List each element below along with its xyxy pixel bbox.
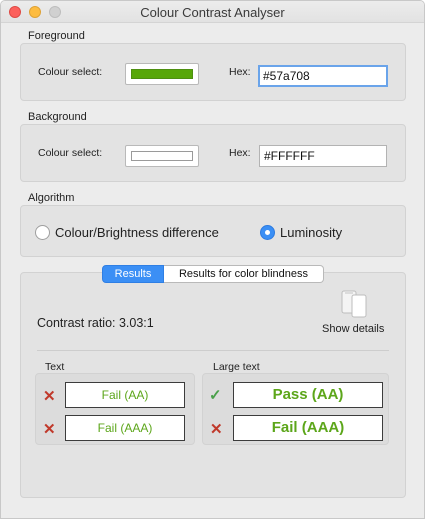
- results-divider: [37, 350, 389, 351]
- foreground-colour-swatch[interactable]: [125, 63, 199, 85]
- background-hex-input[interactable]: #FFFFFF: [259, 145, 387, 167]
- colour-brightness-radio[interactable]: [35, 225, 50, 240]
- foreground-colour-select-label: Colour select:: [38, 66, 103, 78]
- luminosity-radio-label[interactable]: Luminosity: [280, 225, 342, 240]
- fail-x-icon: ✕: [43, 388, 56, 405]
- colour-brightness-radio-label[interactable]: Colour/Brightness difference: [55, 225, 219, 240]
- background-colour-swatch[interactable]: [125, 145, 199, 167]
- algorithm-section-label: Algorithm: [28, 192, 75, 204]
- text-results-label: Text: [45, 361, 65, 373]
- algorithm-panel: Colour/Brightness difference Luminosity: [20, 205, 406, 257]
- app-window: Colour Contrast Analyser Foreground Colo…: [0, 0, 425, 519]
- background-panel: Colour select: Hex: #FFFFFF: [20, 124, 406, 182]
- large-text-results-label: Large text: [213, 361, 260, 373]
- large-text-results-group: ✓ Pass (AA) ✕ Fail (AAA): [202, 373, 389, 445]
- foreground-section-label: Foreground: [28, 30, 85, 42]
- contrast-ratio-text: Contrast ratio: 3.03:1: [37, 316, 154, 330]
- background-section-label: Background: [28, 111, 87, 123]
- background-colour-fill: [131, 151, 193, 161]
- background-hex-label: Hex:: [229, 147, 251, 159]
- pass-check-icon: ✓: [209, 387, 222, 404]
- foreground-hex-label: Hex:: [229, 66, 251, 78]
- window-title: Colour Contrast Analyser: [140, 5, 285, 20]
- background-colour-select-label: Colour select:: [38, 147, 103, 159]
- large-text-aaa-result: Fail (AAA): [233, 415, 383, 441]
- tab-results[interactable]: Results: [102, 265, 164, 283]
- foreground-hex-input[interactable]: #57a708: [258, 65, 388, 87]
- luminosity-radio[interactable]: [260, 225, 275, 240]
- title-bar: Colour Contrast Analyser: [1, 1, 424, 23]
- text-aaa-result: Fail (AAA): [65, 415, 185, 441]
- results-panel: Results Results for color blindness Cont…: [20, 265, 406, 498]
- large-text-aa-result: Pass (AA): [233, 382, 383, 408]
- show-details-label[interactable]: Show details: [322, 323, 384, 335]
- text-aa-result: Fail (AA): [65, 382, 185, 408]
- fail-x-icon: ✕: [210, 421, 223, 438]
- foreground-colour-fill: [131, 69, 193, 79]
- text-results-group: ✕ Fail (AA) ✕ Fail (AAA): [35, 373, 195, 445]
- tab-results-color-blindness[interactable]: Results for color blindness: [164, 265, 324, 283]
- fail-x-icon: ✕: [43, 421, 56, 438]
- foreground-panel: Colour select: Hex: #57a708: [20, 43, 406, 101]
- show-details-icon[interactable]: [336, 287, 372, 319]
